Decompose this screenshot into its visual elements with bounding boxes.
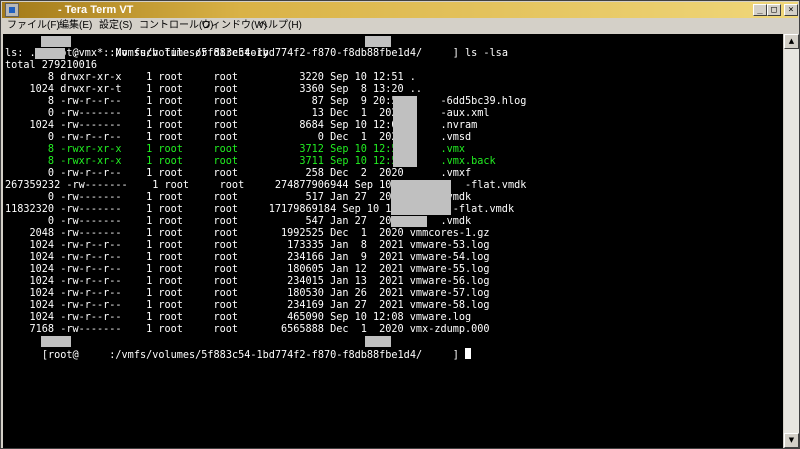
prompt-text: [root@ :/vmfs/volumes/5f883c54-1bd774f2-… bbox=[41, 350, 466, 361]
terminal-line: 1024 -rw-r--r-- 1 root root 234015 Jan 1… bbox=[5, 276, 490, 287]
terminal-line: 2048 -rw------- 1 root root 1992525 Dec … bbox=[5, 228, 490, 239]
minimize-button[interactable]: _ bbox=[753, 4, 767, 16]
menu-file[interactable]: ファイル(F) bbox=[7, 18, 60, 34]
terminal-line: 8 -rwxr-xr-x 1 root root 3711 Sep 10 12:… bbox=[5, 156, 496, 167]
vertical-scrollbar[interactable]: ▲ ▼ bbox=[784, 34, 799, 448]
terminal-line: [root@ :/vmfs/volumes/5f883c54-1bd774f2-… bbox=[5, 336, 472, 361]
terminal-line: 8 -rw-r--r-- 1 root root 87 Sep 9 20:56 … bbox=[5, 96, 527, 107]
terminal-line: 1024 -rw-r--r-- 1 root root 180530 Jan 2… bbox=[5, 288, 490, 299]
terminal-line: [root@ :/vmfs/volumes/5f883c54-1bd774f2-… bbox=[5, 36, 508, 59]
text-cursor bbox=[465, 348, 472, 359]
terminal-line: 1024 drwxr-xr-t 1 root root 3360 Sep 8 1… bbox=[5, 84, 423, 95]
terminal-line: 8 drwxr-xr-x 1 root root 3220 Sep 10 12:… bbox=[5, 72, 416, 83]
redaction-mask bbox=[393, 96, 417, 167]
menu-edit[interactable]: 編集(E) bbox=[59, 18, 92, 34]
menu-help[interactable]: ヘルプ(H) bbox=[258, 18, 302, 34]
tera-term-window: - Tera Term VT _ □ × ファイル(F) 編集(E) 設定(S)… bbox=[0, 0, 800, 449]
menu-setup[interactable]: 設定(S) bbox=[99, 18, 132, 34]
maximize-button[interactable]: □ bbox=[767, 4, 781, 16]
redaction-mask bbox=[391, 180, 451, 215]
tera-term-app-icon[interactable] bbox=[5, 3, 19, 17]
close-button[interactable]: × bbox=[784, 4, 798, 16]
redaction-mask bbox=[365, 336, 391, 347]
terminal-line: 7168 -rw------- 1 root root 6565888 Dec … bbox=[5, 324, 490, 335]
terminal-screen[interactable]: [root@ :/vmfs/volumes/5f883c54-1bd774f2-… bbox=[3, 34, 783, 448]
window-title: - Tera Term VT bbox=[58, 4, 134, 16]
terminal-line: 1024 -rw-r--r-- 1 root root 234169 Jan 2… bbox=[5, 300, 490, 311]
redaction-mask bbox=[35, 48, 65, 59]
scroll-up-arrow-icon[interactable]: ▲ bbox=[784, 34, 799, 49]
scroll-down-arrow-icon[interactable]: ▼ bbox=[784, 433, 799, 448]
redaction-mask bbox=[41, 336, 71, 347]
terminal-line: 1024 -rw-r--r-- 1 root root 234166 Jan 9… bbox=[5, 252, 490, 263]
title-bar[interactable]: - Tera Term VT _ □ × bbox=[2, 2, 798, 18]
terminal-line: 1024 -rw-r--r-- 1 root root 173335 Jan 8… bbox=[5, 240, 490, 251]
redaction-mask bbox=[41, 36, 71, 47]
redaction-mask bbox=[391, 216, 427, 227]
terminal-line: 0 -rw-r--r-- 1 root root 258 Dec 2 2020 … bbox=[5, 168, 472, 179]
terminal-line: 1024 -rw-r--r-- 1 root root 180605 Jan 1… bbox=[5, 264, 490, 275]
terminal-line: total 279210016 bbox=[5, 60, 98, 71]
menu-bar: ファイル(F) 編集(E) 設定(S) コントロール(O) ウィンドウ(W) ヘ… bbox=[2, 18, 798, 34]
redaction-mask bbox=[365, 36, 391, 47]
terminal-line: 1024 -rw-r--r-- 1 root root 465090 Sep 1… bbox=[5, 312, 472, 323]
